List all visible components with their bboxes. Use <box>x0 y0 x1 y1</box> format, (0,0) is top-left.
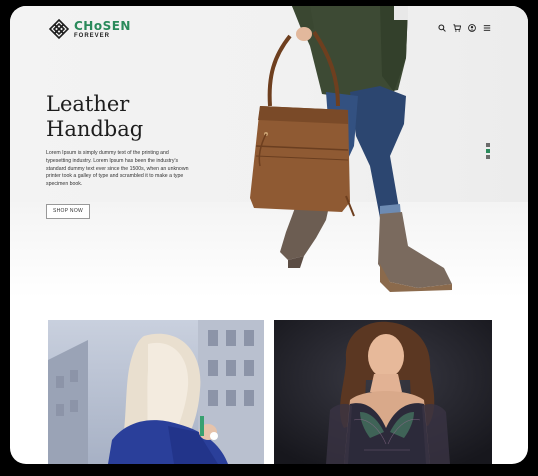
menu-icon[interactable] <box>483 24 491 32</box>
product-card-lace-model[interactable] <box>274 320 492 464</box>
hero-title-line1: Leather <box>46 92 130 116</box>
logo-knot-icon <box>48 18 70 40</box>
brand-tagline: FOREVER <box>74 32 111 39</box>
slide-dot[interactable] <box>486 143 490 147</box>
hero-title: Leather Handbag <box>46 92 186 142</box>
slide-dot[interactable] <box>486 155 490 159</box>
shop-now-button[interactable]: SHOP NOW <box>46 204 90 219</box>
brand-name: CHoSEN <box>74 18 131 33</box>
slide-dot-active[interactable] <box>486 149 490 153</box>
hero-description: Lorem Ipsum is simply dummy text of the … <box>46 150 189 188</box>
brand-logo[interactable]: CHoSEN FOREVER <box>48 18 131 40</box>
hero-banner: CHoSEN FOREVER Leather Handbag Lorem Ips… <box>10 6 528 298</box>
product-image-lace-model <box>274 320 492 464</box>
product-image-blonde-woman <box>48 320 264 464</box>
slide-indicator <box>486 143 490 159</box>
hero-model-image <box>250 6 452 292</box>
hero-title-line2: Handbag <box>46 117 144 141</box>
product-card-blonde-woman[interactable] <box>48 320 264 464</box>
page-frame: CHoSEN FOREVER Leather Handbag Lorem Ips… <box>10 6 528 464</box>
